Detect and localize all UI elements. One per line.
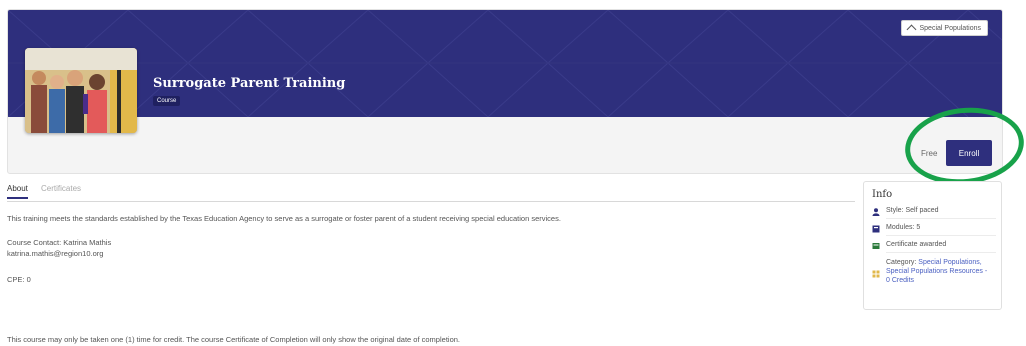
cpe-value: CPE: 0 xyxy=(7,275,31,284)
info-category-row: Category: Special Populations, Special P… xyxy=(872,258,996,285)
course-type-badge: Course xyxy=(153,96,181,106)
info-certificate: Certificate awarded xyxy=(886,241,947,248)
chevron-up-icon xyxy=(906,24,916,35)
footer-note: This course may only be taken one (1) ti… xyxy=(7,335,460,344)
info-style: Style: Self paced xyxy=(886,207,939,214)
category-prefix: Category: xyxy=(886,259,919,266)
certificate-icon xyxy=(872,243,880,249)
category-icon xyxy=(872,270,880,278)
tab-certificates[interactable]: Certificates xyxy=(41,184,81,197)
course-description: This training meets the standards establ… xyxy=(7,214,561,223)
info-panel: Info Style: Self paced Modules: 5 Certif… xyxy=(863,181,1002,310)
info-certificate-row: Certificate awarded xyxy=(872,241,996,253)
info-category: Category: Special Populations, Special P… xyxy=(886,258,990,285)
course-thumbnail xyxy=(25,48,137,133)
info-modules-row: Modules: 5 xyxy=(872,224,996,236)
course-header-card: Special Populations Surrogate Parent Tra… xyxy=(7,9,1003,174)
info-title: Info xyxy=(872,189,893,200)
special-populations-label: Special Populations xyxy=(919,24,982,32)
course-banner: Special Populations Surrogate Parent Tra… xyxy=(8,10,1002,117)
info-style-row: Style: Self paced xyxy=(872,207,996,219)
contact-email: katrina.mathis@region10.org xyxy=(7,249,104,258)
course-title: Surrogate Parent Training xyxy=(153,76,346,91)
person-icon xyxy=(872,208,880,216)
special-populations-button[interactable]: Special Populations xyxy=(900,20,988,36)
info-modules: Modules: 5 xyxy=(886,224,921,231)
module-icon xyxy=(872,225,880,233)
course-contact: Course Contact: Katrina Mathis xyxy=(7,238,112,247)
course-tabs: About Certificates xyxy=(7,184,855,202)
tab-about[interactable]: About xyxy=(7,184,28,199)
